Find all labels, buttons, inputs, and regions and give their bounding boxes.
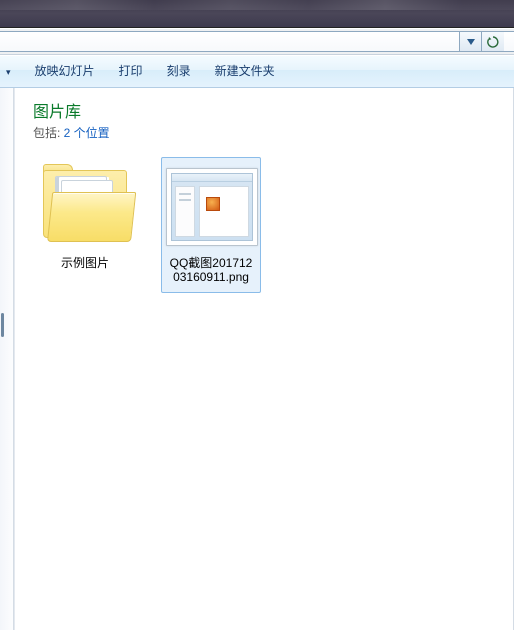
nav-pane-edge [0,88,14,630]
chevron-down-icon [467,39,475,45]
nav-scroll-thumb[interactable] [1,313,4,337]
toolbar-slideshow-button[interactable]: 放映幻灯片 [23,55,107,88]
image-thumbnail [164,164,260,250]
command-toolbar: 放映幻灯片 打印 刻录 新建文件夹 [0,55,514,88]
search-box-edge[interactable] [504,31,514,52]
explorer-body: 图片库 包括: 2 个位置 示例图片 [0,88,514,630]
folder-icon [41,170,131,244]
library-subtitle: 包括: 2 个位置 [33,124,501,141]
includes-label: 包括: [33,126,64,140]
address-row [0,28,514,55]
history-dropdown-button[interactable] [460,31,482,52]
library-title: 图片库 [33,98,501,122]
folder-thumbnail [38,164,134,250]
item-label: 示例图片 [38,256,132,276]
window-titlebar-background [0,0,514,28]
content-pane: 图片库 包括: 2 个位置 示例图片 [15,88,514,630]
image-item[interactable]: QQ截图20171203160911.png [161,157,261,293]
titlebar-highlight [0,0,514,10]
item-label: QQ截图20171203160911.png [164,256,258,290]
toolbar-print-button[interactable]: 打印 [107,55,155,88]
refresh-button[interactable] [482,31,504,52]
folder-item[interactable]: 示例图片 [35,157,135,279]
toolbar-overflow-left[interactable] [4,55,23,88]
refresh-icon [487,36,499,48]
toolbar-burn-button[interactable]: 刻录 [155,55,203,88]
address-bar[interactable] [0,31,460,52]
items-view: 示例图片 QQ截图20171203160911.png [33,157,501,293]
toolbar-new-folder-button[interactable]: 新建文件夹 [203,55,287,88]
includes-locations-link[interactable]: 2 个位置 [64,126,110,140]
